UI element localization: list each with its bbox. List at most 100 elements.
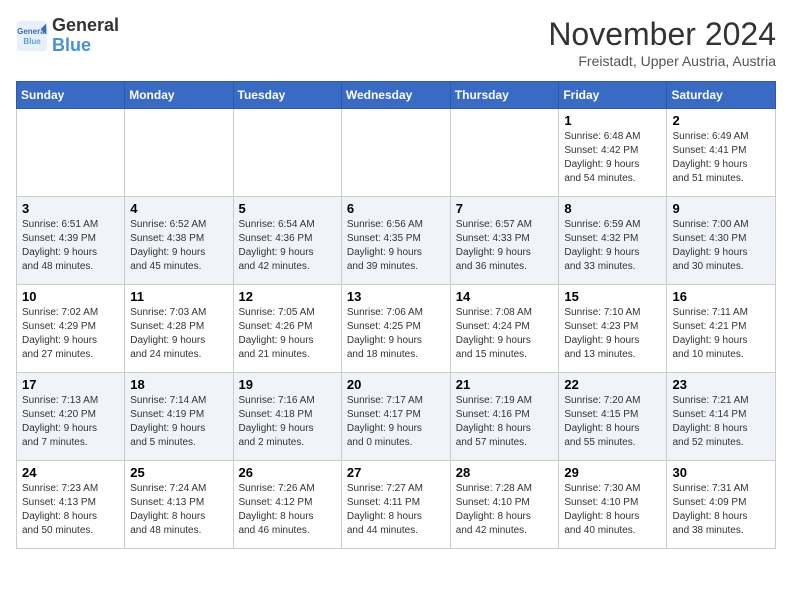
day-number: 18: [130, 377, 227, 392]
day-number: 14: [456, 289, 554, 304]
calendar-cell: 16 Sunrise: 7:11 AM Sunset: 4:21 PM Dayli…: [667, 285, 776, 373]
calendar-cell: [233, 109, 341, 197]
calendar-cell: 22Sunrise: 7:20 AM Sunset: 4:15 PM Dayli…: [559, 373, 667, 461]
calendar-cell: 11Sunrise: 7:03 AM Sunset: 4:28 PM Dayli…: [125, 285, 233, 373]
day-info: Sunrise: 6:48 AM Sunset: 4:42 PM Dayligh…: [564, 130, 661, 186]
column-header-wednesday: Wednesday: [341, 82, 450, 109]
day-info: Sunrise: 7:21 AM Sunset: 4:14 PM Dayligh…: [672, 394, 770, 450]
day-number: 21: [456, 377, 554, 392]
day-number: 6: [347, 201, 445, 216]
column-header-thursday: Thursday: [450, 82, 559, 109]
calendar-cell: 3 Sunrise: 6:51 AM Sunset: 4:39 PM Daylig…: [17, 197, 125, 285]
day-info: Sunrise: 7:30 AM Sunset: 4:10 PM Dayligh…: [564, 482, 661, 538]
day-info: Sunrise: 6:51 AM Sunset: 4:39 PM Dayligh…: [22, 218, 119, 274]
day-info: Sunrise: 7:24 AM Sunset: 4:13 PM Dayligh…: [130, 482, 227, 538]
calendar-cell: 6 Sunrise: 6:56 AM Sunset: 4:35 PM Daylig…: [341, 197, 450, 285]
day-info: Sunrise: 7:23 AM Sunset: 4:13 PM Dayligh…: [22, 482, 119, 538]
day-number: 15: [564, 289, 661, 304]
calendar-cell: 18 Sunrise: 7:14 AM Sunset: 4:19 PM Dayli…: [125, 373, 233, 461]
calendar-cell: 29 Sunrise: 7:30 AM Sunset: 4:10 PM Dayli…: [559, 461, 667, 549]
calendar-week-row: 17Sunrise: 7:13 AM Sunset: 4:20 PM Dayli…: [17, 373, 776, 461]
day-number: 11: [130, 289, 227, 304]
calendar-cell: 30 Sunrise: 7:31 AM Sunset: 4:09 PM Dayli…: [667, 461, 776, 549]
day-number: 13: [347, 289, 445, 304]
logo: General Blue General Blue: [16, 16, 119, 56]
calendar-cell: 4 Sunrise: 6:52 AM Sunset: 4:38 PM Daylig…: [125, 197, 233, 285]
calendar-cell: 24 Sunrise: 7:23 AM Sunset: 4:13 PM Dayli…: [17, 461, 125, 549]
calendar-cell: 28 Sunrise: 7:28 AM Sunset: 4:10 PM Dayli…: [450, 461, 559, 549]
calendar-cell: 27 Sunrise: 7:27 AM Sunset: 4:11 PM Dayli…: [341, 461, 450, 549]
logo-line2: Blue: [52, 35, 91, 55]
day-number: 23: [672, 377, 770, 392]
day-info: Sunrise: 7:06 AM Sunset: 4:25 PM Dayligh…: [347, 306, 445, 362]
column-header-sunday: Sunday: [17, 82, 125, 109]
calendar-cell: 12 Sunrise: 7:05 AM Sunset: 4:26 PM Dayli…: [233, 285, 341, 373]
logo-icon: General Blue: [16, 20, 48, 52]
day-number: 29: [564, 465, 661, 480]
calendar-table: SundayMondayTuesdayWednesdayThursdayFrid…: [16, 81, 776, 549]
page-header: General Blue General Blue November 2024 …: [16, 16, 776, 69]
day-number: 12: [239, 289, 336, 304]
day-number: 26: [239, 465, 336, 480]
calendar-cell: 2 Sunrise: 6:49 AM Sunset: 4:41 PM Daylig…: [667, 109, 776, 197]
calendar-cell: 8Sunrise: 6:59 AM Sunset: 4:32 PM Daylig…: [559, 197, 667, 285]
calendar-cell: 21 Sunrise: 7:19 AM Sunset: 4:16 PM Dayli…: [450, 373, 559, 461]
day-number: 25: [130, 465, 227, 480]
day-number: 2: [672, 113, 770, 128]
day-info: Sunrise: 7:28 AM Sunset: 4:10 PM Dayligh…: [456, 482, 554, 538]
calendar-cell: [341, 109, 450, 197]
day-info: Sunrise: 7:08 AM Sunset: 4:24 PM Dayligh…: [456, 306, 554, 362]
column-header-friday: Friday: [559, 82, 667, 109]
day-number: 16: [672, 289, 770, 304]
day-info: Sunrise: 7:31 AM Sunset: 4:09 PM Dayligh…: [672, 482, 770, 538]
day-number: 27: [347, 465, 445, 480]
logo-text: General Blue: [52, 16, 119, 56]
day-number: 24: [22, 465, 119, 480]
calendar-cell: 10 Sunrise: 7:02 AM Sunset: 4:29 PM Dayli…: [17, 285, 125, 373]
day-number: 9: [672, 201, 770, 216]
calendar-week-row: 10 Sunrise: 7:02 AM Sunset: 4:29 PM Dayli…: [17, 285, 776, 373]
day-info: Sunrise: 6:57 AM Sunset: 4:33 PM Dayligh…: [456, 218, 554, 274]
title-block: November 2024 Freistadt, Upper Austria, …: [548, 16, 776, 69]
day-info: Sunrise: 7:00 AM Sunset: 4:30 PM Dayligh…: [672, 218, 770, 274]
calendar-cell: 26 Sunrise: 7:26 AM Sunset: 4:12 PM Dayli…: [233, 461, 341, 549]
day-info: Sunrise: 7:27 AM Sunset: 4:11 PM Dayligh…: [347, 482, 445, 538]
calendar-cell: 7 Sunrise: 6:57 AM Sunset: 4:33 PM Daylig…: [450, 197, 559, 285]
calendar-week-row: 24 Sunrise: 7:23 AM Sunset: 4:13 PM Dayli…: [17, 461, 776, 549]
day-info: Sunrise: 6:52 AM Sunset: 4:38 PM Dayligh…: [130, 218, 227, 274]
day-number: 28: [456, 465, 554, 480]
day-info: Sunrise: 6:49 AM Sunset: 4:41 PM Dayligh…: [672, 130, 770, 186]
calendar-cell: 20Sunrise: 7:17 AM Sunset: 4:17 PM Dayli…: [341, 373, 450, 461]
day-number: 7: [456, 201, 554, 216]
day-info: Sunrise: 7:10 AM Sunset: 4:23 PM Dayligh…: [564, 306, 661, 362]
calendar-cell: 14 Sunrise: 7:08 AM Sunset: 4:24 PM Dayli…: [450, 285, 559, 373]
day-info: Sunrise: 7:05 AM Sunset: 4:26 PM Dayligh…: [239, 306, 336, 362]
calendar-cell: 1 Sunrise: 6:48 AM Sunset: 4:42 PM Daylig…: [559, 109, 667, 197]
day-number: 22: [564, 377, 661, 392]
day-info: Sunrise: 7:19 AM Sunset: 4:16 PM Dayligh…: [456, 394, 554, 450]
calendar-cell: 15 Sunrise: 7:10 AM Sunset: 4:23 PM Dayli…: [559, 285, 667, 373]
calendar-cell: 19 Sunrise: 7:16 AM Sunset: 4:18 PM Dayli…: [233, 373, 341, 461]
day-info: Sunrise: 7:26 AM Sunset: 4:12 PM Dayligh…: [239, 482, 336, 538]
day-number: 19: [239, 377, 336, 392]
calendar-header-row: SundayMondayTuesdayWednesdayThursdayFrid…: [17, 82, 776, 109]
day-info: Sunrise: 6:56 AM Sunset: 4:35 PM Dayligh…: [347, 218, 445, 274]
svg-text:Blue: Blue: [23, 37, 41, 46]
calendar-cell: 25 Sunrise: 7:24 AM Sunset: 4:13 PM Dayli…: [125, 461, 233, 549]
day-info: Sunrise: 7:16 AM Sunset: 4:18 PM Dayligh…: [239, 394, 336, 450]
day-number: 10: [22, 289, 119, 304]
day-info: Sunrise: 6:59 AM Sunset: 4:32 PM Dayligh…: [564, 218, 661, 274]
day-number: 30: [672, 465, 770, 480]
column-header-monday: Monday: [125, 82, 233, 109]
day-info: Sunrise: 7:11 AM Sunset: 4:21 PM Dayligh…: [672, 306, 770, 362]
calendar-cell: 13 Sunrise: 7:06 AM Sunset: 4:25 PM Dayli…: [341, 285, 450, 373]
day-number: 3: [22, 201, 119, 216]
day-info: Sunrise: 7:14 AM Sunset: 4:19 PM Dayligh…: [130, 394, 227, 450]
day-number: 4: [130, 201, 227, 216]
calendar-week-row: 1 Sunrise: 6:48 AM Sunset: 4:42 PM Daylig…: [17, 109, 776, 197]
day-info: Sunrise: 7:02 AM Sunset: 4:29 PM Dayligh…: [22, 306, 119, 362]
column-header-tuesday: Tuesday: [233, 82, 341, 109]
day-number: 17: [22, 377, 119, 392]
calendar-week-row: 3 Sunrise: 6:51 AM Sunset: 4:39 PM Daylig…: [17, 197, 776, 285]
day-number: 1: [564, 113, 661, 128]
